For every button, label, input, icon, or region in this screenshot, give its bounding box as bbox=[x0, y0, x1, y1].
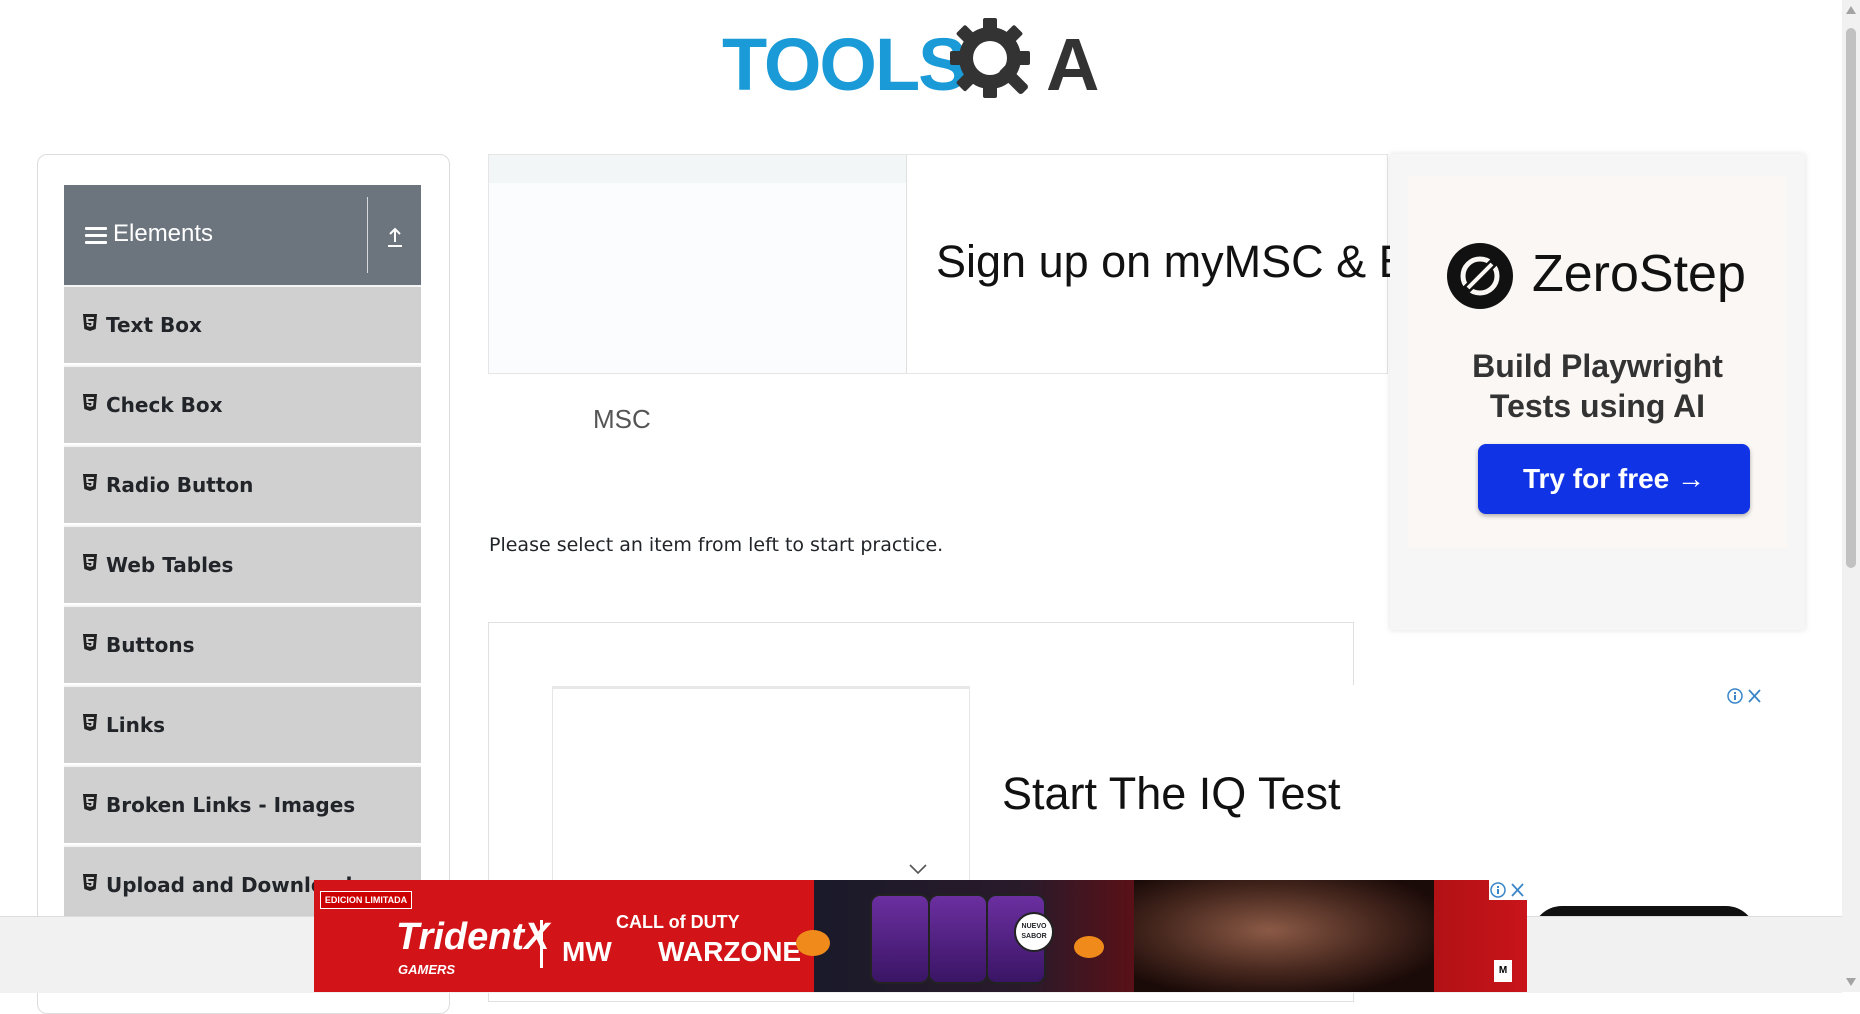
menu-item-links[interactable]: Links bbox=[64, 685, 421, 763]
html5-icon bbox=[83, 474, 97, 491]
menu-item-check-box[interactable]: Check Box bbox=[64, 365, 421, 443]
menu-item-label: Check Box bbox=[106, 393, 223, 417]
group-title: Elements bbox=[113, 220, 214, 247]
msc-ad-headline[interactable]: Sign up on myMSC & B bbox=[936, 236, 1409, 288]
msc-ad-brand[interactable]: MSC bbox=[593, 404, 651, 435]
zerostep-ad-card: ZeroStep Build Playwright Tests using AI… bbox=[1408, 176, 1787, 548]
zerostep-tagline: Build Playwright Tests using AI bbox=[1408, 346, 1787, 426]
scroll-up-arrow-icon[interactable] bbox=[1846, 6, 1856, 14]
collapse-up-icon[interactable] bbox=[382, 223, 408, 249]
banner-brand-sub: GAMERS bbox=[398, 962, 456, 977]
html5-icon bbox=[83, 634, 97, 651]
banner-cod-title: CALL of DUTY bbox=[616, 912, 740, 932]
candy-image bbox=[1074, 936, 1104, 958]
msc-ad-image[interactable] bbox=[489, 155, 907, 373]
menu-item-label: Buttons bbox=[106, 633, 195, 657]
banner-limited-label: EDICION LIMITADA bbox=[320, 891, 412, 909]
zerostep-logo-icon bbox=[1447, 243, 1513, 309]
html5-icon bbox=[83, 314, 97, 331]
ad-choices-icon[interactable] bbox=[1489, 880, 1527, 900]
practice-instruction: Please select an item from left to start… bbox=[489, 534, 944, 556]
ad-choices-icon[interactable] bbox=[1726, 686, 1764, 706]
header-divider bbox=[367, 197, 368, 273]
zerostep-brand: ZeroStep bbox=[1532, 245, 1746, 303]
menu-item-label: Web Tables bbox=[106, 553, 234, 577]
banner-cod-warzone: WARZONE bbox=[658, 936, 802, 967]
logo-text-a: A bbox=[1046, 23, 1099, 106]
menu-item-radio-button[interactable]: Radio Button bbox=[64, 445, 421, 523]
chevron-down-icon[interactable] bbox=[908, 862, 928, 876]
menu-item-label: Links bbox=[106, 713, 166, 737]
html5-icon bbox=[83, 394, 97, 411]
try-for-free-button[interactable]: Try for free → bbox=[1478, 444, 1750, 514]
menu-item-web-tables[interactable]: Web Tables bbox=[64, 525, 421, 603]
html5-icon bbox=[83, 554, 97, 571]
zerostep-tagline-line1: Build Playwright bbox=[1472, 348, 1723, 384]
product-can-image bbox=[870, 894, 930, 984]
trident-cod-banner-ad[interactable]: EDICION LIMITADA TridentX GAMERS CALL of… bbox=[314, 880, 1527, 992]
candy-image bbox=[796, 930, 830, 956]
banner-cod-mw: MW bbox=[562, 936, 612, 967]
menu-item-label: Broken Links - Images bbox=[106, 793, 356, 817]
zerostep-ad[interactable]: ZeroStep Build Playwright Tests using AI… bbox=[1390, 154, 1805, 630]
hamburger-icon bbox=[85, 227, 107, 245]
banner-brand: TridentX bbox=[396, 916, 550, 958]
iq-test-ad-headline[interactable]: Start The IQ Test bbox=[1002, 768, 1341, 820]
menu-item-broken-links-images[interactable]: Broken Links - Images bbox=[64, 765, 421, 843]
banner-soldier-image bbox=[1134, 880, 1434, 992]
banner-badge: NUEVO SABOR bbox=[1014, 912, 1054, 952]
scrollbar-thumb[interactable] bbox=[1846, 28, 1856, 568]
menu-item-label: Text Box bbox=[106, 313, 202, 337]
banner-rating-badge: M bbox=[1494, 960, 1512, 982]
menu-item-text-box[interactable]: Text Box bbox=[64, 285, 421, 363]
html5-icon bbox=[83, 874, 97, 891]
elements-group-header[interactable]: Elements bbox=[64, 185, 421, 285]
gear-magnifier-icon bbox=[950, 18, 1030, 98]
vertical-scrollbar[interactable] bbox=[1842, 0, 1860, 992]
banner-separator bbox=[540, 920, 543, 968]
html5-icon bbox=[83, 794, 97, 811]
menu-item-label: Radio Button bbox=[106, 473, 254, 497]
html5-icon bbox=[83, 714, 97, 731]
toolsqa-logo[interactable]: TOOLS A bbox=[718, 12, 1128, 120]
product-can-image bbox=[928, 894, 988, 984]
logo-text-tools: TOOLS bbox=[722, 23, 966, 106]
menu-item-buttons[interactable]: Buttons bbox=[64, 605, 421, 683]
zerostep-tagline-line2: Tests using AI bbox=[1489, 388, 1706, 424]
scroll-down-arrow-icon[interactable] bbox=[1846, 978, 1856, 986]
